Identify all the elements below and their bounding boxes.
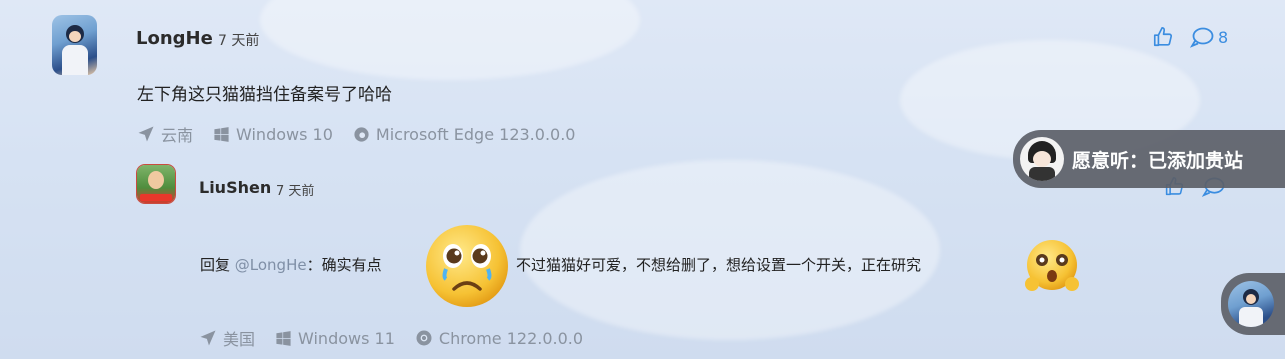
reply-time: 7 天前 xyxy=(276,184,315,199)
comment-author[interactable]: LongHe xyxy=(136,28,213,49)
pill-avatar xyxy=(1228,281,1274,327)
browser-label: Chrome 122.0.0.0 xyxy=(438,328,584,348)
location-arrow-icon xyxy=(138,126,154,142)
reply-meta: 美国 Windows 11 Chrome 122.0.0.0 xyxy=(199,326,583,350)
reply-count[interactable]: 8 xyxy=(1218,28,1228,47)
user-avatar-pill[interactable] xyxy=(1221,273,1285,335)
comment-bubble-icon[interactable] xyxy=(1190,26,1214,48)
music-avatar xyxy=(1020,137,1064,181)
reply-prefix: 回复 @LongHe：确实有点 xyxy=(200,254,382,275)
comment-meta: 云南 Windows 10 Microsoft Edge 123.0.0.0 xyxy=(137,122,575,146)
windows-icon xyxy=(214,126,229,142)
os-label: Windows 11 xyxy=(298,328,395,348)
reply-avatar[interactable] xyxy=(137,165,175,203)
location-label: 云南 xyxy=(161,126,194,145)
chrome-icon xyxy=(416,330,432,346)
mention-link[interactable]: @LongHe xyxy=(235,256,307,274)
reply-label: 回复 xyxy=(200,256,235,274)
comment-time: 7 天前 xyxy=(218,33,260,49)
reply-text-start: ：确实有点 xyxy=(306,256,382,274)
background-cloud xyxy=(520,160,940,340)
windows-icon xyxy=(276,330,291,346)
thumbs-up-icon[interactable] xyxy=(1152,26,1174,48)
browser-label: Microsoft Edge 123.0.0.0 xyxy=(375,124,576,144)
avatar[interactable] xyxy=(52,15,97,75)
reply-text-end: 不过猫猫好可爱，不想给删了，想给设置一个开关，正在研究 xyxy=(516,256,922,274)
star-eyes-emoji-icon xyxy=(1025,240,1079,291)
music-notification-pill[interactable]: 愿意听：已添加贵站 xyxy=(1013,130,1285,188)
background-cloud xyxy=(260,0,640,80)
location-arrow-icon xyxy=(200,330,216,346)
comment-actions: 8 xyxy=(1152,26,1228,48)
music-pill-text: 愿意听：已添加贵站 xyxy=(1072,149,1244,172)
location-label: 美国 xyxy=(223,330,256,349)
os-label: Windows 10 xyxy=(236,124,333,144)
comment-text: 左下角这只猫猫挡住备案号了哈哈 xyxy=(137,85,392,105)
edge-icon xyxy=(354,126,369,142)
reply-author[interactable]: LiuShen xyxy=(199,178,271,197)
pleading-face-emoji-icon xyxy=(426,225,508,307)
